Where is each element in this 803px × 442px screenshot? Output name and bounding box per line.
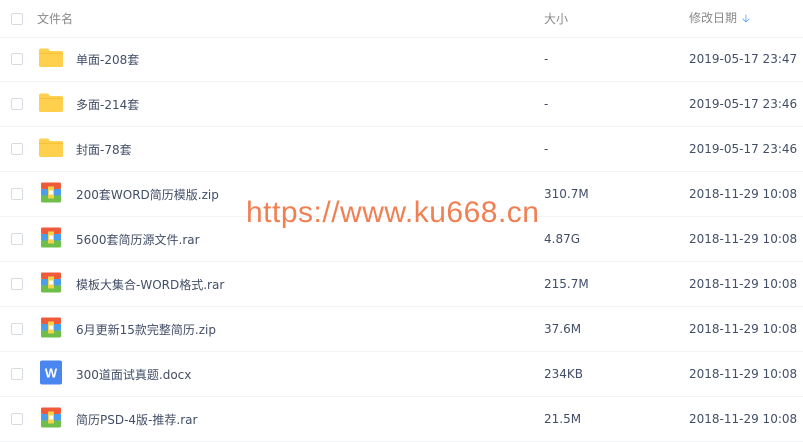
- file-size: -: [544, 97, 549, 111]
- column-date-header[interactable]: 修改日期 🡣: [689, 9, 750, 29]
- file-size: 215.7M: [544, 277, 589, 291]
- file-modified-date: 2018-11-29 10:08: [689, 277, 798, 291]
- file-name-link[interactable]: 多面-214套: [76, 96, 139, 113]
- file-row[interactable]: 简历PSD-4版-推荐.rar 21.5M 2018-11-29 10:08: [0, 397, 803, 442]
- file-size: 310.7M: [544, 187, 589, 201]
- folder-icon: [38, 138, 64, 161]
- file-name-link[interactable]: 封面-78套: [76, 141, 132, 158]
- file-modified-date: 2018-11-29 10:08: [689, 232, 798, 246]
- file-row[interactable]: 模板大集合-WORD格式.rar 215.7M 2018-11-29 10:08: [0, 262, 803, 307]
- file-row[interactable]: 200套WORD简历模版.zip 310.7M 2018-11-29 10:08: [0, 172, 803, 217]
- file-name-link[interactable]: 5600套简历源文件.rar: [76, 231, 200, 248]
- file-row[interactable]: 5600套简历源文件.rar 4.87G 2018-11-29 10:08: [0, 217, 803, 262]
- file-row[interactable]: 封面-78套 - 2019-05-17 23:46: [0, 127, 803, 172]
- file-name-link[interactable]: 200套WORD简历模版.zip: [76, 186, 219, 203]
- file-modified-date: 2019-05-17 23:46: [689, 97, 798, 111]
- file-size: 37.6M: [544, 322, 582, 336]
- file-name-link[interactable]: 模板大集合-WORD格式.rar: [76, 276, 224, 293]
- folder-icon: [38, 93, 64, 116]
- file-modified-date: 2019-05-17 23:46: [689, 142, 798, 156]
- file-row[interactable]: W 300道面试真题.docx 234KB 2018-11-29 10:08: [0, 352, 803, 397]
- archive-icon: [40, 272, 62, 297]
- file-size: 234KB: [544, 367, 584, 381]
- folder-icon: [38, 48, 64, 71]
- file-modified-date: 2018-11-29 10:08: [689, 412, 798, 426]
- file-list-header: 文件名 大小 修改日期 🡣: [0, 0, 803, 38]
- archive-icon: [40, 317, 62, 342]
- archive-icon: [40, 182, 62, 207]
- row-checkbox[interactable]: [11, 143, 23, 155]
- column-size-header[interactable]: 大小: [544, 10, 568, 27]
- file-row[interactable]: 6月更新15款完整简历.zip 37.6M 2018-11-29 10:08: [0, 307, 803, 352]
- file-name-link[interactable]: 简历PSD-4版-推荐.rar: [76, 411, 197, 428]
- row-checkbox[interactable]: [11, 233, 23, 245]
- row-checkbox[interactable]: [11, 278, 23, 290]
- column-date-label: 修改日期: [689, 10, 738, 25]
- column-name-header[interactable]: 文件名: [37, 10, 73, 27]
- file-modified-date: 2019-05-17 23:47: [689, 52, 798, 66]
- file-row[interactable]: 单面-208套 - 2019-05-17 23:47: [0, 37, 803, 82]
- word-doc-icon: W: [40, 360, 62, 388]
- archive-icon: [40, 407, 62, 432]
- row-checkbox[interactable]: [11, 368, 23, 380]
- file-name-link[interactable]: 6月更新15款完整简历.zip: [76, 321, 216, 338]
- file-size: -: [544, 52, 549, 66]
- svg-text:W: W: [45, 366, 58, 381]
- file-size: 21.5M: [544, 412, 582, 426]
- row-checkbox[interactable]: [11, 323, 23, 335]
- file-modified-date: 2018-11-29 10:08: [689, 322, 798, 336]
- file-name-link[interactable]: 单面-208套: [76, 51, 139, 68]
- arrow-down-icon[interactable]: 🡣: [742, 12, 750, 25]
- select-all-checkbox[interactable]: [11, 12, 23, 25]
- row-checkbox[interactable]: [11, 53, 23, 65]
- file-modified-date: 2018-11-29 10:08: [689, 367, 798, 381]
- row-checkbox[interactable]: [11, 188, 23, 200]
- file-modified-date: 2018-11-29 10:08: [689, 187, 798, 201]
- row-checkbox[interactable]: [11, 98, 23, 110]
- row-checkbox[interactable]: [11, 413, 23, 425]
- file-name-link[interactable]: 300道面试真题.docx: [76, 366, 191, 383]
- file-row[interactable]: 多面-214套 - 2019-05-17 23:46: [0, 82, 803, 127]
- archive-icon: [40, 227, 62, 252]
- file-size: -: [544, 142, 549, 156]
- file-size: 4.87G: [544, 232, 581, 246]
